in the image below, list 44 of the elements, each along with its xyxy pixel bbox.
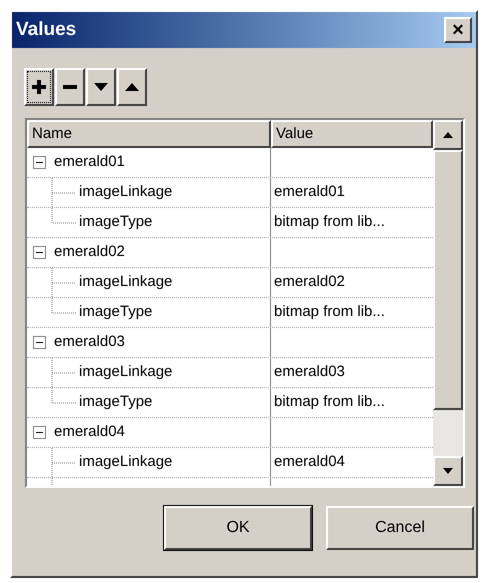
window-title: Values xyxy=(16,18,76,42)
up-arrow-icon xyxy=(443,132,453,138)
property-name: imageLinkage xyxy=(79,362,172,382)
property-value: bitmap from lib... xyxy=(274,392,385,412)
minus-icon xyxy=(36,429,43,436)
group-name[interactable]: emerald02 xyxy=(54,241,125,264)
collapse-toggle[interactable] xyxy=(33,336,46,349)
property-value: emerald03 xyxy=(274,362,345,382)
property-value: bitmap from lib... xyxy=(274,212,385,232)
property-value: emerald01 xyxy=(274,182,345,202)
property-name: imageLinkage xyxy=(79,452,172,472)
property-name: imageLinkage xyxy=(79,182,172,202)
property-name: imageType xyxy=(79,392,152,412)
minus-icon xyxy=(36,159,43,166)
up-arrow-icon xyxy=(125,83,139,91)
group-name[interactable]: emerald04 xyxy=(54,421,125,444)
minus-icon xyxy=(63,85,77,89)
property-value: emerald04 xyxy=(274,452,345,472)
toolbar-button[interactable] xyxy=(55,68,85,106)
dialog-button[interactable]: Cancel xyxy=(326,506,474,550)
property-name: imageLinkage xyxy=(79,272,172,292)
property-value: emerald02 xyxy=(274,272,345,292)
dialog-button[interactable]: OK xyxy=(164,506,312,550)
collapse-toggle[interactable] xyxy=(33,156,46,169)
toolbar-button[interactable] xyxy=(86,68,116,106)
plus-icon xyxy=(32,80,46,94)
down-arrow-icon xyxy=(443,468,453,474)
property-name: imageType xyxy=(79,212,152,232)
collapse-toggle[interactable] xyxy=(33,426,46,439)
minus-icon xyxy=(36,339,43,346)
group-name[interactable]: emerald01 xyxy=(54,151,125,174)
column-header[interactable]: Name xyxy=(27,120,271,148)
scroll-thumb[interactable] xyxy=(433,150,463,410)
scroll-down-button[interactable] xyxy=(433,456,463,486)
toolbar-button[interactable] xyxy=(117,68,147,106)
property-name: imageType xyxy=(79,302,152,322)
property-value: bitmap from lib... xyxy=(274,302,385,322)
scroll-up-button[interactable] xyxy=(433,120,463,150)
down-arrow-icon xyxy=(94,83,108,91)
group-name[interactable]: emerald03 xyxy=(54,331,125,354)
column-header[interactable]: Value xyxy=(271,120,433,148)
collapse-toggle[interactable] xyxy=(33,246,46,259)
minus-icon xyxy=(36,249,43,256)
close-button[interactable]: × xyxy=(444,17,472,43)
